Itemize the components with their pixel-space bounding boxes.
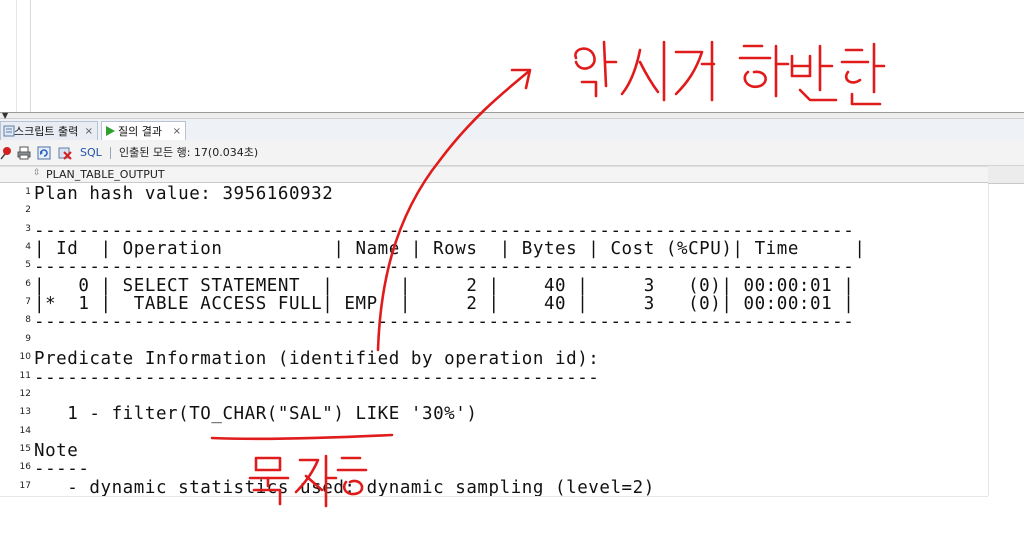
cancel-query-icon[interactable] <box>58 146 72 160</box>
sql-editor[interactable] <box>0 0 1024 112</box>
plan-output-cell[interactable]: Plan hash value: 3956160932 <box>34 185 333 203</box>
table-row[interactable]: 7 |* 1 | TABLE ACCESS FULL| EMP | 2 | 40 … <box>0 294 988 313</box>
tab-query-result[interactable]: 질의 결과 × <box>101 121 186 140</box>
pane-splitter[interactable]: ▼ <box>0 112 1024 120</box>
grid-right-border <box>988 184 989 496</box>
column-plan-table-output[interactable]: PLAN_TABLE_OUTPUT <box>46 168 165 181</box>
grid-header-filler <box>988 166 1024 184</box>
table-row[interactable]: 6 | 0 | SELECT STATEMENT | | 2 | 40 | 3 (… <box>0 276 988 295</box>
row-number: 14 <box>19 425 31 436</box>
close-icon[interactable]: × <box>173 122 181 141</box>
editor-gutter-divider <box>16 0 17 112</box>
row-number: 9 <box>25 333 31 344</box>
table-row[interactable]: 13 1 - filter(TO_CHAR("SAL") LIKE '30%') <box>0 404 988 423</box>
row-number: 16 <box>19 462 31 473</box>
close-icon[interactable]: × <box>85 122 93 141</box>
plan-output-cell[interactable]: ----------------------------------------… <box>34 313 854 331</box>
row-number: 5 <box>25 260 31 271</box>
row-number: 11 <box>19 370 31 381</box>
tab-query-result-label: 질의 결과 <box>118 125 162 138</box>
table-row[interactable]: 15 Note <box>0 441 988 460</box>
table-row[interactable]: 10 Predicate Information (identified by o… <box>0 349 988 368</box>
table-row[interactable]: 9 <box>0 331 988 349</box>
plan-output-cell[interactable]: ----------------------------------------… <box>34 258 854 276</box>
toolbar-divider <box>110 147 111 159</box>
row-number: 15 <box>19 443 31 454</box>
row-number: 4 <box>25 242 31 253</box>
row-number: 3 <box>25 223 31 234</box>
table-row[interactable]: 4 | Id | Operation | Name | Rows | Bytes … <box>0 239 988 258</box>
run-query-icon <box>106 126 115 136</box>
refresh-icon[interactable] <box>37 146 51 160</box>
grid-column-header[interactable]: ⇳ PLAN_TABLE_OUTPUT <box>0 166 988 183</box>
row-number: 6 <box>25 278 31 289</box>
table-row[interactable]: 12 <box>0 386 988 404</box>
tab-script-output-label: 스크립트 출력 <box>14 125 79 138</box>
table-row[interactable]: 2 <box>0 202 988 220</box>
table-row[interactable]: 14 <box>0 423 988 441</box>
row-number: 8 <box>25 315 31 326</box>
table-row[interactable]: 5 ---------------------------------------… <box>0 257 988 276</box>
table-row[interactable]: 17 - dynamic statistics used: dynamic sa… <box>0 478 988 497</box>
plan-output-cell[interactable]: Note <box>34 442 78 460</box>
fetch-status: 인출된 모든 행: 17(0.034초) <box>119 146 259 159</box>
plan-output-cell[interactable]: ----------------------------------------… <box>34 222 854 240</box>
tab-script-output[interactable]: 스크립트 출력 × <box>0 121 98 140</box>
table-row[interactable]: 16 ----- <box>0 459 988 478</box>
row-number: 2 <box>25 205 31 216</box>
plan-output-cell[interactable]: | 0 | SELECT STATEMENT | | 2 | 40 | 3 (0… <box>34 277 854 295</box>
result-tab-bar: 스크립트 출력 × 질의 결과 × <box>0 119 1024 142</box>
row-number: 13 <box>19 407 31 418</box>
pin-icon[interactable] <box>0 146 14 160</box>
row-number: 10 <box>19 352 31 363</box>
plan-output-cell[interactable]: ----- <box>34 460 89 478</box>
plan-output-cell[interactable]: - dynamic statistics used: dynamic sampl… <box>34 479 655 497</box>
table-row[interactable]: 3 ---------------------------------------… <box>0 221 988 240</box>
row-number: 1 <box>25 187 31 197</box>
sort-icon[interactable]: ⇳ <box>33 168 41 178</box>
row-number: 12 <box>19 388 31 399</box>
print-icon[interactable] <box>17 146 31 160</box>
plan-output-cell[interactable]: ----------------------------------------… <box>34 369 599 387</box>
table-row[interactable]: 1 Plan hash value: 3956160932 <box>0 184 988 203</box>
plan-output-cell[interactable]: |* 1 | TABLE ACCESS FULL| EMP | 2 | 40 |… <box>34 295 854 313</box>
plan-output-cell[interactable]: 1 - filter(TO_CHAR("SAL") LIKE '30%') <box>34 405 477 423</box>
grid-bottom-border <box>0 496 988 497</box>
table-row[interactable]: 11 --------------------------------------… <box>0 368 988 387</box>
sql-link[interactable]: SQL <box>80 145 102 161</box>
table-row[interactable]: 8 ---------------------------------------… <box>0 312 988 331</box>
result-toolbar: SQL 인출된 모든 행: 17(0.034초) <box>0 141 1024 166</box>
plan-output-cell[interactable]: | Id | Operation | Name | Rows | Bytes |… <box>34 240 865 258</box>
row-number: 7 <box>25 297 31 308</box>
plan-output-cell[interactable]: Predicate Information (identified by ope… <box>34 350 599 368</box>
row-number: 17 <box>19 480 31 491</box>
